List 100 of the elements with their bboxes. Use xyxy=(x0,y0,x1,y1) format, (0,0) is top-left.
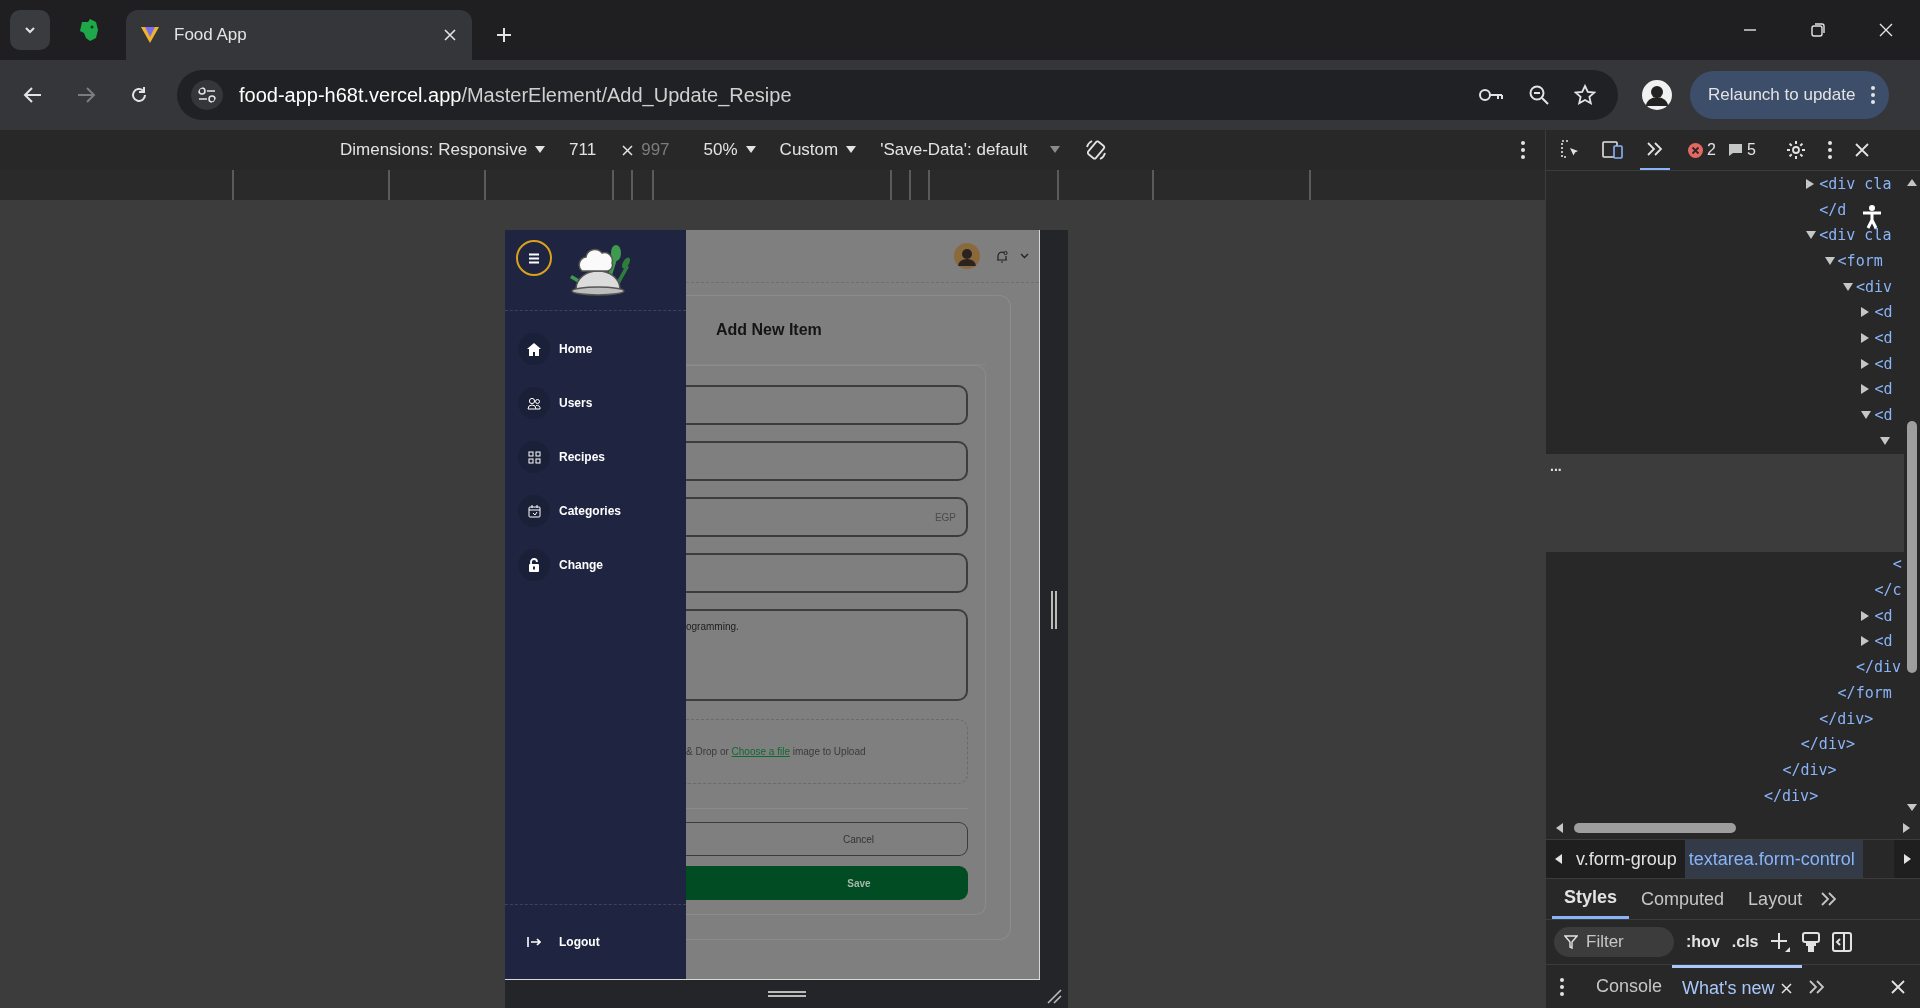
resize-handle-icon[interactable] xyxy=(767,990,806,998)
sidebar-item[interactable]: Recipes xyxy=(505,430,686,484)
filter-toggle[interactable]: .cls xyxy=(1731,933,1759,951)
panel-tab[interactable]: Styles xyxy=(1552,879,1630,919)
resize-handle-icon[interactable] xyxy=(1050,591,1058,629)
close-icon[interactable] xyxy=(1878,22,1894,38)
html-tag[interactable]: <d xyxy=(1874,380,1893,399)
dimensions-dropdown[interactable]: Dimensions: Responsive xyxy=(340,140,546,160)
save-data-dropdown[interactable]: 'Save-Data': default xyxy=(880,140,1060,160)
scroll-right-button[interactable] xyxy=(1894,840,1920,878)
scrollbar-thumb[interactable] xyxy=(1907,421,1917,673)
expand-arrow-icon[interactable] xyxy=(1861,307,1870,318)
close-icon[interactable] xyxy=(1890,978,1906,995)
breadcrumb[interactable]: textarea.form-control xyxy=(1684,840,1863,878)
zoom-icon[interactable] xyxy=(1528,84,1550,106)
avatar[interactable] xyxy=(1642,80,1672,110)
html-tag[interactable]: <d xyxy=(1874,632,1893,651)
expand-arrow-icon[interactable] xyxy=(1861,610,1870,621)
sidebar-item[interactable]: Users xyxy=(505,376,686,430)
relaunch-button[interactable]: Relaunch to update xyxy=(1690,71,1890,119)
collapse-arrow-icon[interactable] xyxy=(1861,411,1872,420)
sidebar-item[interactable]: Home xyxy=(505,322,686,376)
error-count[interactable]: 2 xyxy=(1707,141,1716,159)
html-tag[interactable]: <d xyxy=(1874,406,1893,425)
scroll-down-icon[interactable] xyxy=(1906,803,1918,813)
scrollbar-thumb[interactable] xyxy=(1574,823,1736,833)
forward-icon[interactable] xyxy=(76,85,96,105)
plus-icon[interactable] xyxy=(1770,932,1791,952)
restore-icon[interactable] xyxy=(1810,22,1826,38)
plus-icon[interactable] xyxy=(496,27,512,43)
height-field[interactable]: 997 xyxy=(641,140,670,160)
device-toolbar-icon[interactable] xyxy=(1602,140,1624,160)
sidebar-item[interactable]: Change xyxy=(505,538,686,592)
browser-tab[interactable]: Food App xyxy=(126,10,472,60)
html-tag[interactable]: </div xyxy=(1856,658,1902,677)
textarea-field[interactable]: ogramming. xyxy=(686,609,968,701)
html-tag[interactable]: <d xyxy=(1874,328,1893,347)
html-tag[interactable]: <d xyxy=(1874,303,1893,322)
html-tag[interactable]: <d xyxy=(1874,354,1893,373)
close-icon[interactable] xyxy=(1853,142,1870,158)
collapse-arrow-icon[interactable] xyxy=(1806,231,1817,240)
expand-arrow-icon[interactable] xyxy=(1861,384,1870,395)
bell-icon[interactable] xyxy=(996,249,1008,263)
width-field[interactable]: 711 xyxy=(569,140,597,160)
accessibility-icon[interactable] xyxy=(1862,205,1882,229)
rotate-icon[interactable] xyxy=(1083,138,1108,162)
scroll-left-icon[interactable] xyxy=(1554,822,1564,834)
html-tag[interactable]: </div> xyxy=(1819,709,1874,728)
html-tag[interactable]: </d xyxy=(1819,200,1847,219)
filter-toggle[interactable]: :hov xyxy=(1686,933,1720,951)
expand-arrow-icon[interactable] xyxy=(1861,358,1870,369)
chevrons-right-icon[interactable] xyxy=(1820,892,1839,906)
sidebar-toggle-icon[interactable] xyxy=(1832,932,1853,952)
panel-tab[interactable]: Layout xyxy=(1736,879,1815,919)
address-bar[interactable]: food-app-h68t.vercel.app/MasterElement/Add_Update_Resipe xyxy=(177,70,1618,120)
more-icon[interactable] xyxy=(1560,977,1564,996)
input-field[interactable] xyxy=(686,553,968,593)
filter-field[interactable]: Filter xyxy=(1554,927,1674,957)
collapse-arrow-icon[interactable] xyxy=(1843,282,1853,291)
input-field[interactable] xyxy=(686,441,968,481)
html-tag[interactable]: < xyxy=(1892,555,1902,574)
expand-arrow-icon[interactable] xyxy=(1806,178,1815,189)
close-icon[interactable] xyxy=(444,29,456,41)
more-options-text[interactable]: ... xyxy=(1550,457,1562,474)
chevrons-right-icon[interactable] xyxy=(1807,979,1826,994)
panel-tab[interactable]: Computed xyxy=(1629,879,1737,919)
html-tag[interactable]: <div cla xyxy=(1819,174,1892,193)
html-tag[interactable]: </div> xyxy=(1764,786,1819,805)
html-tag[interactable]: </div> xyxy=(1782,760,1837,779)
logout-button[interactable]: Logout xyxy=(505,915,600,969)
html-tag[interactable]: <div xyxy=(1856,277,1893,296)
html-tag[interactable]: <form xyxy=(1837,251,1883,270)
breadcrumb[interactable]: v.form-group xyxy=(1572,840,1685,878)
drawer-tab[interactable]: Console xyxy=(1586,965,1673,1008)
settings-icon[interactable] xyxy=(1785,140,1806,160)
scroll-up-icon[interactable] xyxy=(1906,177,1918,187)
sidebar-item[interactable]: Categories xyxy=(505,484,686,538)
site-settings-icon[interactable] xyxy=(191,80,223,110)
inspect-icon[interactable] xyxy=(1560,140,1580,160)
resize-corner-icon[interactable] xyxy=(1046,988,1062,1004)
zoom-dropdown[interactable]: 50% xyxy=(703,140,756,160)
star-icon[interactable] xyxy=(1574,84,1596,106)
input-field[interactable] xyxy=(686,385,968,425)
collapse-arrow-icon[interactable] xyxy=(1824,256,1835,265)
scroll-right-icon[interactable] xyxy=(1902,822,1912,834)
close-icon[interactable] xyxy=(1780,982,1792,994)
expand-arrow-icon[interactable] xyxy=(1861,636,1870,647)
html-tag[interactable]: </div> xyxy=(1800,735,1855,754)
chevron-down-icon[interactable] xyxy=(1020,253,1029,259)
html-tag[interactable]: <d xyxy=(1874,606,1893,625)
more-icon[interactable] xyxy=(1871,86,1876,104)
drawer-tab[interactable]: What's new xyxy=(1672,965,1802,1008)
expand-arrow-icon[interactable] xyxy=(1861,332,1870,343)
html-tag[interactable]: </form xyxy=(1837,683,1892,702)
save-button[interactable]: Save xyxy=(686,866,968,900)
html-tag[interactable]: </c xyxy=(1874,581,1902,600)
more-icon[interactable] xyxy=(1521,141,1525,159)
more-icon[interactable] xyxy=(1827,141,1832,159)
message-count[interactable]: 5 xyxy=(1746,141,1756,159)
html-tag[interactable]: <div cla xyxy=(1819,226,1892,245)
